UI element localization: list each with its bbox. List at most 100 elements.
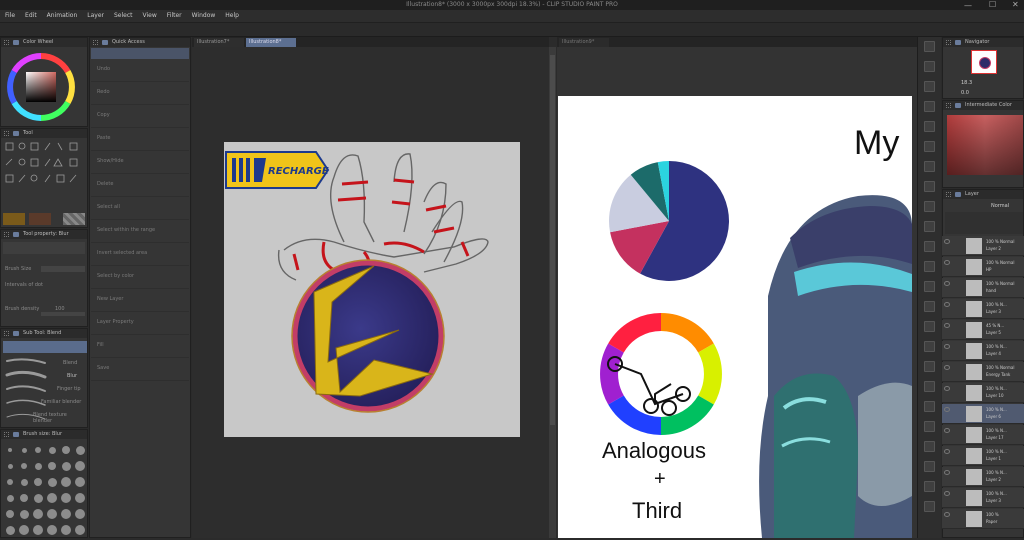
layer-row[interactable]: 100 % N... Layer 4 — [942, 341, 1024, 361]
maximize-icon[interactable]: ☐ — [989, 0, 996, 9]
brush-size-preset[interactable] — [33, 493, 43, 503]
rotate-value[interactable]: 0.0 — [961, 90, 969, 96]
panel-toggle-icon[interactable] — [924, 281, 935, 292]
quick-access-item[interactable]: Invert selected area — [91, 244, 189, 266]
eye-icon[interactable] — [944, 512, 950, 517]
brush-size-preset[interactable] — [34, 462, 42, 470]
brush-size-preset[interactable] — [8, 448, 12, 452]
layer-row[interactable]: 100 % N... Layer 3 — [942, 299, 1024, 319]
quick-access-item[interactable]: Delete — [91, 175, 189, 197]
layer-row[interactable]: 100 % Paper — [942, 509, 1024, 529]
panel-toggle-icon[interactable] — [924, 341, 935, 352]
brush-size-preset[interactable] — [47, 525, 57, 535]
eye-icon[interactable] — [944, 260, 950, 265]
panel-toggle-icon[interactable] — [924, 421, 935, 432]
intermediate-color-grid[interactable] — [947, 115, 1023, 175]
layer-row[interactable]: 100 % N... Layer 3 — [942, 488, 1024, 508]
quick-access-item[interactable]: Select within the range — [91, 221, 189, 243]
brush-size-preset[interactable] — [19, 525, 29, 535]
brush-size-preset[interactable] — [62, 446, 70, 454]
brush-size-slider[interactable] — [41, 266, 85, 272]
brush-size-preset[interactable] — [35, 447, 41, 453]
panel-toggle-icon[interactable] — [924, 141, 935, 152]
quick-access-item[interactable]: Show/Hide — [91, 152, 189, 174]
brush-size-preset[interactable] — [61, 509, 71, 519]
panel-toggle-icon[interactable] — [924, 441, 935, 452]
menu-help[interactable]: Help — [220, 10, 244, 19]
layer-row[interactable]: 100 % N... Layer 10 — [942, 383, 1024, 403]
layer-row[interactable]: 100 % N... Layer 17 — [942, 425, 1024, 445]
tab-illustration7[interactable]: Illustration7* — [194, 38, 244, 47]
menu-window[interactable]: Window — [187, 10, 221, 19]
brush-size-preset[interactable] — [75, 525, 85, 535]
panel-toggle-icon[interactable] — [924, 81, 935, 92]
layer-row[interactable]: 45 % N... Layer 5 — [942, 320, 1024, 340]
brush-size-preset[interactable] — [75, 445, 85, 455]
sub-tool-finger-tip[interactable]: Finger tip — [57, 386, 81, 392]
quick-access-set-tab[interactable] — [91, 48, 189, 59]
quick-access-item[interactable]: Paste — [91, 129, 189, 151]
brush-size-preset[interactable] — [7, 463, 13, 469]
quick-access-item[interactable]: Select all — [91, 198, 189, 220]
layer-row[interactable]: 100 % Normal hand — [942, 278, 1024, 298]
panel-toggle-icon[interactable] — [924, 481, 935, 492]
panel-toggle-icon[interactable] — [924, 361, 935, 372]
brush-size-preset[interactable] — [20, 494, 28, 502]
brush-size-grid[interactable] — [3, 442, 87, 537]
brush-size-preset[interactable] — [34, 478, 42, 486]
panel-toggle-icon[interactable] — [924, 41, 935, 52]
panel-toggle-icon[interactable] — [924, 121, 935, 132]
brush-size-preset[interactable] — [5, 525, 15, 535]
left-canvas-scroll-thumb[interactable] — [550, 55, 555, 425]
panel-toggle-icon[interactable] — [924, 461, 935, 472]
brush-size-preset[interactable] — [75, 461, 85, 471]
quick-access-item[interactable]: Undo — [91, 60, 189, 82]
brush-size-preset[interactable] — [75, 509, 85, 519]
quick-access-item[interactable]: Copy — [91, 106, 189, 128]
panel-toggle-icon[interactable] — [924, 381, 935, 392]
brush-size-preset[interactable] — [47, 509, 57, 519]
menu-edit[interactable]: Edit — [20, 10, 42, 19]
brush-size-preset[interactable] — [20, 478, 28, 486]
sub-tool-group-tab[interactable] — [3, 341, 87, 353]
menu-animation[interactable]: Animation — [42, 10, 83, 19]
brush-size-preset[interactable] — [61, 525, 71, 535]
brush-size-preset[interactable] — [21, 447, 27, 453]
brush-size-preset[interactable] — [33, 509, 43, 519]
panel-toggle-icon[interactable] — [924, 501, 935, 512]
quick-access-item[interactable]: New Layer — [91, 290, 189, 312]
panel-toggle-icon[interactable] — [924, 401, 935, 412]
quick-access-item[interactable]: Fill — [91, 336, 189, 358]
zoom-value[interactable]: 18.3 — [961, 80, 972, 86]
layer-row[interactable]: 100 % N... Layer 6 — [942, 404, 1024, 424]
color-wheel[interactable] — [5, 51, 77, 123]
menu-select[interactable]: Select — [109, 10, 138, 19]
brush-size-preset[interactable] — [21, 463, 27, 469]
sub-tool-familiar-blender[interactable]: Familiar blender — [41, 399, 81, 405]
panel-toggle-icon[interactable] — [924, 61, 935, 72]
quick-access-item[interactable]: Redo — [91, 83, 189, 105]
panel-toggle-icon[interactable] — [924, 261, 935, 272]
eye-icon[interactable] — [944, 407, 950, 412]
left-canvas-scrollbar[interactable] — [549, 47, 556, 538]
layer-row[interactable]: 100 % Normal HP — [942, 257, 1024, 277]
brush-size-preset[interactable] — [61, 461, 71, 471]
brush-size-preset[interactable] — [19, 509, 29, 519]
layer-row[interactable]: 100 % Normal Layer 2 — [942, 236, 1024, 256]
menu-view[interactable]: View — [138, 10, 162, 19]
panel-toggle-icon[interactable] — [924, 101, 935, 112]
panel-toggle-icon[interactable] — [924, 161, 935, 172]
brush-density-slider[interactable] — [41, 312, 85, 316]
eye-icon[interactable] — [944, 239, 950, 244]
brush-size-preset[interactable] — [47, 493, 57, 503]
panel-toggle-icon[interactable] — [924, 201, 935, 212]
eye-icon[interactable] — [944, 470, 950, 475]
layer-row[interactable]: 100 % Normal Energy Tank — [942, 362, 1024, 382]
eye-icon[interactable] — [944, 281, 950, 286]
quick-access-item[interactable]: Select by color — [91, 267, 189, 289]
main-color-swatch[interactable] — [3, 213, 25, 225]
brush-size-preset[interactable] — [75, 493, 85, 503]
menu-layer[interactable]: Layer — [82, 10, 109, 19]
eye-icon[interactable] — [944, 302, 950, 307]
sub-tool-blur[interactable]: Blur — [67, 373, 77, 379]
